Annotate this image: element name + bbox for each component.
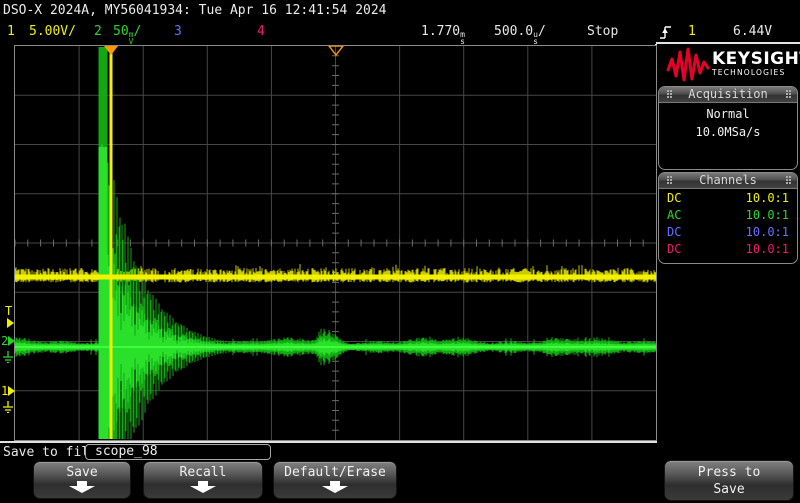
ch1-earth-icon bbox=[2, 398, 14, 417]
default-erase-softkey-label: Default/Erase bbox=[274, 465, 396, 480]
ch3-coupling: DC bbox=[667, 224, 681, 240]
sidebar: KEYSIGHT TECHNOLOGIES Acquisition Normal… bbox=[658, 44, 798, 464]
waveform-display bbox=[15, 46, 656, 440]
ch1-scale[interactable]: 5.00V/ bbox=[29, 24, 76, 39]
keysight-sub: TECHNOLOGIES bbox=[712, 68, 800, 77]
ch1-number[interactable]: 1 bbox=[7, 24, 15, 39]
down-arrow-icon bbox=[69, 481, 95, 493]
ch2-probe-ratio: 10.0:1 bbox=[746, 207, 789, 223]
keysight-waveform-icon bbox=[666, 46, 710, 84]
ch4-probe-ratio: 10.0:1 bbox=[746, 241, 789, 257]
acquisition-panel: Acquisition Normal 10.0MSa/s bbox=[658, 86, 798, 170]
ch4-coupling: DC bbox=[667, 241, 681, 257]
grip-icon bbox=[664, 176, 670, 186]
press-to-save-softkey[interactable]: Press to Save bbox=[664, 460, 794, 501]
ch3-probe-ratio: 10.0:1 bbox=[746, 224, 789, 240]
channels-panel: Channels DC 10.0:1 AC 10.0:1 DC 10.0:1 DC 10… bbox=[658, 172, 798, 264]
trigger-level: 6.44V bbox=[733, 24, 772, 39]
save-softkey[interactable]: Save bbox=[33, 461, 131, 499]
channel-row: DC 10.0:1 bbox=[659, 240, 797, 257]
down-arrow-icon bbox=[322, 481, 348, 493]
trigger-level-marker-label[interactable]: T bbox=[5, 305, 12, 317]
recall-softkey-label: Recall bbox=[144, 465, 262, 480]
channel-row: DC 10.0:1 bbox=[659, 189, 797, 206]
default-erase-softkey[interactable]: Default/Erase bbox=[273, 461, 397, 499]
grip-icon bbox=[783, 90, 789, 100]
channel-row: AC 10.0:1 bbox=[659, 206, 797, 223]
filename-field[interactable]: scope_98 bbox=[85, 444, 271, 460]
press-to-save-line1: Press to bbox=[665, 464, 793, 481]
ch1-ground-marker-icon[interactable] bbox=[8, 386, 15, 396]
press-to-save-line2: Save bbox=[665, 481, 793, 498]
timebase-readout: 500.0us/ bbox=[494, 24, 546, 45]
acquisition-header[interactable]: Acquisition bbox=[659, 87, 797, 103]
ch4-number[interactable]: 4 bbox=[257, 24, 265, 39]
save-softkey-label: Save bbox=[34, 465, 130, 480]
title-bar: DSO-X 2024A, MY56041934: Tue Apr 16 12:4… bbox=[3, 3, 387, 18]
trigger-source: 1 bbox=[688, 24, 696, 39]
channels-header-label: Channels bbox=[699, 173, 757, 187]
channel-row: DC 10.0:1 bbox=[659, 223, 797, 240]
ch3-number[interactable]: 3 bbox=[174, 24, 182, 39]
grip-icon bbox=[783, 176, 789, 186]
delay-time-readout: 1.770ms bbox=[421, 24, 465, 45]
down-arrow-icon bbox=[190, 481, 216, 493]
grip-icon bbox=[664, 90, 670, 100]
oscilloscope-screen: DSO-X 2024A, MY56041934: Tue Apr 16 12:4… bbox=[0, 0, 800, 503]
recall-softkey[interactable]: Recall bbox=[143, 461, 263, 499]
trigger-level-marker-icon[interactable] bbox=[7, 318, 14, 328]
acquisition-mode: Normal bbox=[659, 107, 797, 121]
ch1-probe-ratio: 10.0:1 bbox=[746, 190, 789, 206]
acquisition-header-label: Acquisition bbox=[688, 87, 767, 101]
ch2-scale[interactable]: 50mV/ bbox=[113, 24, 141, 45]
acquisition-sample-rate: 10.0MSa/s bbox=[659, 125, 797, 139]
ch2-ground-marker-icon[interactable] bbox=[8, 336, 15, 346]
scope-graticule bbox=[14, 45, 657, 441]
keysight-brand: KEYSIGHT bbox=[712, 51, 800, 68]
ch1-coupling: DC bbox=[667, 190, 681, 206]
ch2-scale-value: 50 bbox=[113, 24, 129, 39]
ch2-number[interactable]: 2 bbox=[94, 24, 102, 39]
channels-header[interactable]: Channels bbox=[659, 173, 797, 189]
keysight-logo: KEYSIGHT TECHNOLOGIES bbox=[658, 45, 798, 85]
ch2-coupling: AC bbox=[667, 207, 681, 223]
run-state: Stop bbox=[587, 24, 618, 39]
ch2-earth-icon bbox=[2, 348, 14, 367]
ch2-scale-suffix: / bbox=[133, 24, 141, 39]
